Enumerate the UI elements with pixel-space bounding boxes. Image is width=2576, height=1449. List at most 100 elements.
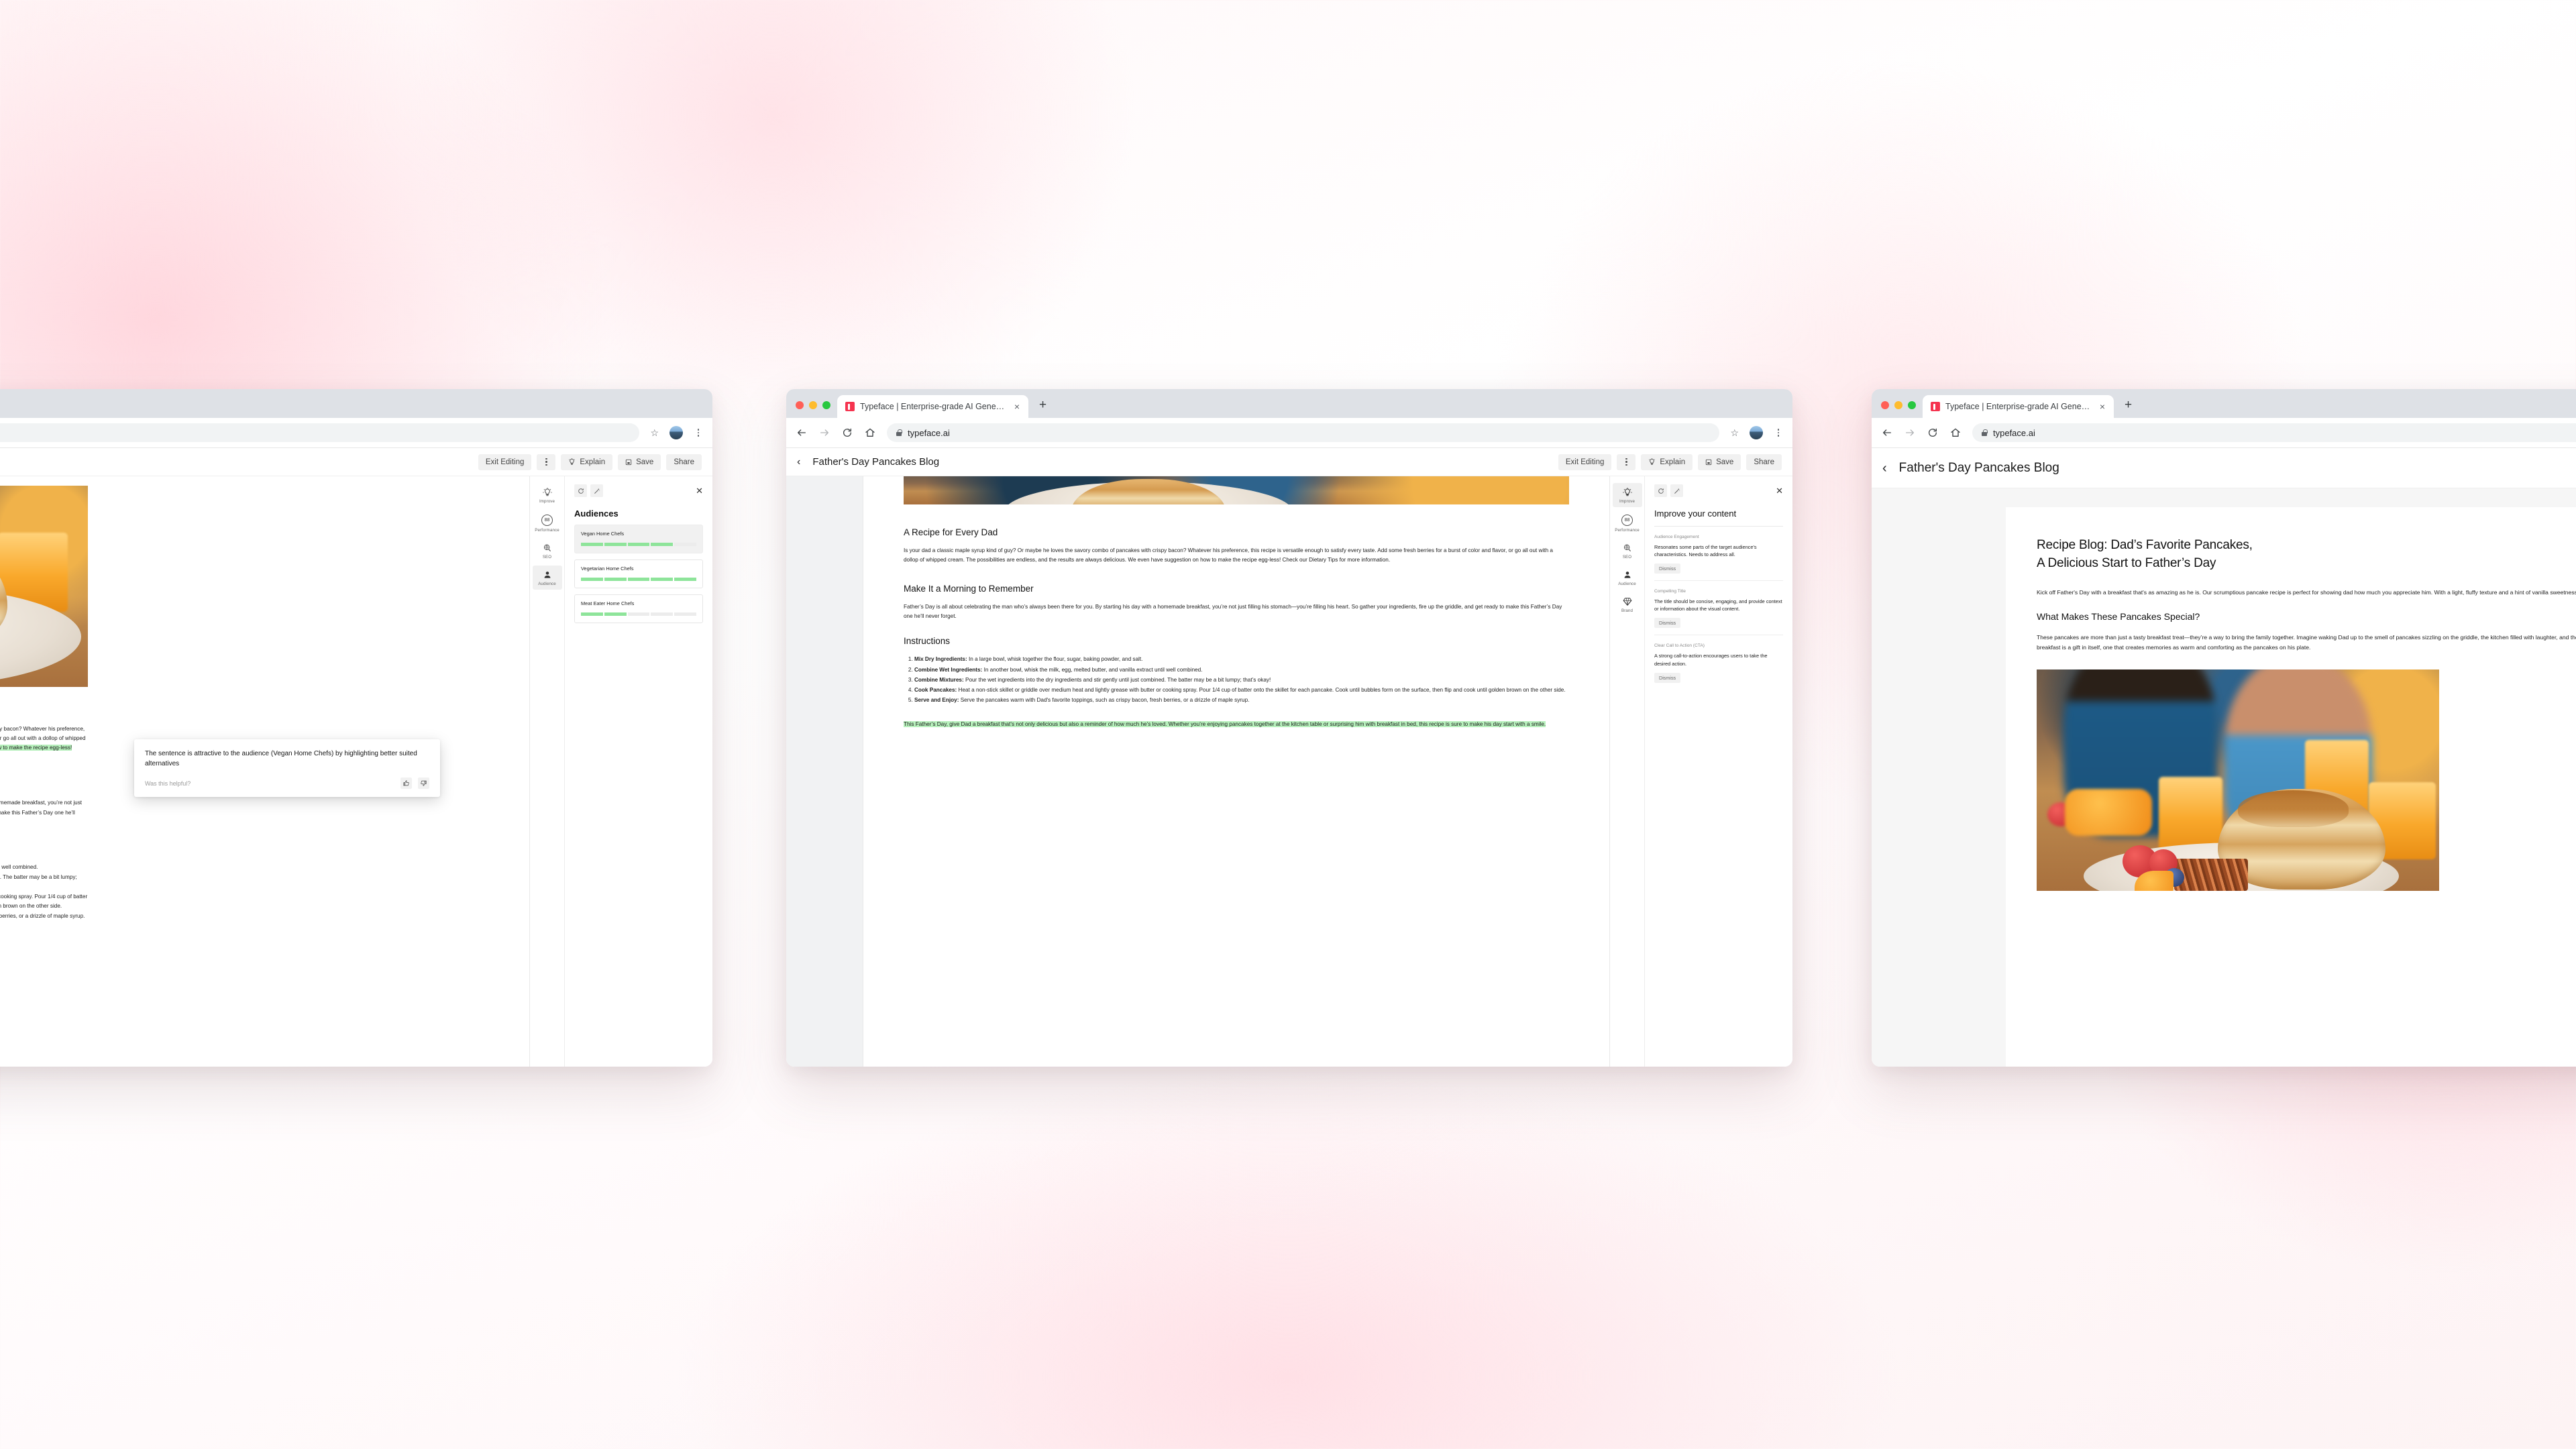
reload-button[interactable] — [1927, 427, 1939, 439]
close-tab-button[interactable]: × — [2098, 400, 2107, 413]
sidebar-item-seo[interactable]: SEO — [533, 539, 562, 563]
hero-image-middle — [904, 476, 1569, 504]
sidebar-item-improve[interactable]: Improve — [533, 483, 562, 507]
save-disk-icon — [625, 459, 632, 465]
browser-menu-icon[interactable] — [694, 429, 703, 437]
improve-panel: ✕ Improve your content Audience Engageme… — [1645, 476, 1792, 1067]
blog-document-left: A Recipe for Every Dad Is your dad a cla… — [0, 486, 529, 922]
blog-document-right: Recipe Blog: Dad’s Favorite Pancakes, A … — [2006, 507, 2576, 892]
audience-score-meter — [581, 578, 696, 581]
sidebar-item-improve[interactable]: Improve — [1612, 483, 1642, 507]
insight-description: The title should be concise, engaging, a… — [1654, 598, 1782, 612]
exit-editing-button[interactable]: Exit Editing — [478, 453, 532, 470]
more-options-button[interactable] — [1617, 453, 1636, 470]
audience-card[interactable]: Meat Eater Home Chefs — [574, 594, 703, 623]
special-paragraph: These pancakes are more than just a tast… — [2037, 633, 2576, 651]
browser-window-middle[interactable]: Typeface | Enterprise-grade AI Generator… — [786, 389, 1792, 1067]
back-chevron-icon[interactable]: ‹ — [797, 456, 800, 468]
list-item: Combine Wet Ingredients: In another bowl… — [914, 665, 1569, 675]
sidebar-item-label: Audience — [1618, 582, 1636, 586]
sidebar-item-performance[interactable]: 88 Performance — [533, 510, 562, 536]
dismiss-button[interactable]: Dismiss — [1654, 618, 1681, 629]
share-button[interactable]: Share — [1746, 453, 1782, 470]
explain-button[interactable]: Explain — [1641, 453, 1693, 470]
share-button[interactable]: Share — [666, 453, 702, 470]
minimize-window-dot[interactable] — [809, 401, 817, 409]
home-button[interactable] — [864, 427, 876, 439]
address-bar-left[interactable]: typeface.ai — [0, 423, 640, 442]
browser-tab-right[interactable]: Typeface | Enterprise-grade AI Generator… — [1923, 395, 2114, 418]
bookmark-star-icon[interactable]: ☆ — [1730, 427, 1739, 439]
new-tab-button[interactable]: + — [2114, 398, 2132, 418]
sidebar-item-audience[interactable]: Audience — [532, 566, 562, 590]
lock-icon — [896, 429, 902, 436]
close-panel-button[interactable]: ✕ — [696, 486, 703, 495]
list-item: Mix Dry Ingredients: In a large bowl, wh… — [914, 655, 1569, 664]
close-panel-button[interactable]: ✕ — [1776, 486, 1783, 495]
dismiss-button[interactable]: Dismiss — [1654, 672, 1681, 683]
close-tab-button[interactable]: × — [1012, 400, 1022, 413]
sidebar-item-label: Performance — [535, 528, 559, 533]
close-window-dot[interactable] — [796, 401, 804, 409]
traffic-lights-right — [1872, 401, 1923, 418]
zoom-window-dot[interactable] — [1908, 401, 1916, 409]
editor-canvas-right: Recipe Blog: Dad’s Favorite Pancakes, A … — [1872, 488, 2576, 1067]
browser-window-left[interactable]: Typeface | Enterprise-grade AI Generator… — [0, 389, 712, 1067]
lightbulb-icon — [1649, 458, 1656, 465]
sidebar-item-performance[interactable]: 88 Performance — [1613, 510, 1642, 536]
magic-wand-button[interactable] — [1670, 484, 1683, 497]
close-window-dot[interactable] — [1881, 401, 1889, 409]
profile-avatar[interactable] — [1750, 426, 1763, 439]
forward-button[interactable] — [1904, 427, 1916, 439]
recipe-paragraph-middle: Is your dad a classic maple syrup kind o… — [904, 546, 1569, 565]
refresh-button[interactable] — [574, 484, 587, 497]
magic-wand-icon — [1674, 488, 1680, 494]
url-text: typeface.ai — [1993, 427, 2035, 438]
dismiss-button[interactable]: Dismiss — [1654, 564, 1681, 574]
thumbs-up-icon[interactable] — [400, 777, 412, 790]
sidebar-item-seo[interactable]: SEO — [1613, 539, 1642, 563]
sidebar-item-brand[interactable]: Brand — [1613, 592, 1642, 616]
save-button[interactable]: Save — [618, 453, 661, 470]
audiences-panel: ✕ Audiences Vegan Home Chefs Vegetarian … — [565, 476, 712, 1067]
instructions-list-middle: Mix Dry Ingredients: In a large bowl, wh… — [904, 655, 1569, 705]
refresh-button[interactable] — [1654, 484, 1667, 497]
explain-button[interactable]: Explain — [561, 453, 613, 470]
omnibox-bar-middle: typeface.ai ☆ — [786, 418, 1792, 448]
refresh-icon — [578, 488, 584, 494]
hero-image-left — [0, 486, 88, 687]
address-bar-middle[interactable]: typeface.ai — [887, 423, 1720, 442]
profile-avatar[interactable] — [669, 426, 683, 439]
reload-button[interactable] — [841, 427, 853, 439]
browser-tab-middle[interactable]: Typeface | Enterprise-grade AI Generator… — [837, 395, 1028, 418]
editor-canvas-middle: A Recipe for Every Dad Is your dad a cla… — [786, 476, 1792, 1067]
sidebar-item-audience[interactable]: Audience — [1613, 566, 1642, 590]
panel-toolbar-middle: ✕ — [1654, 484, 1783, 497]
sidebar-item-label: Audience — [538, 582, 556, 586]
zoom-window-dot[interactable] — [822, 401, 830, 409]
audience-card[interactable]: Vegan Home Chefs — [574, 525, 703, 553]
save-disk-icon — [1705, 459, 1712, 465]
browser-menu-icon[interactable] — [1774, 429, 1783, 437]
more-options-button[interactable] — [537, 453, 556, 470]
audience-card[interactable]: Vegetarian Home Chefs — [574, 559, 703, 588]
new-tab-button[interactable]: + — [1028, 398, 1046, 418]
forward-button[interactable] — [818, 427, 830, 439]
save-button[interactable]: Save — [1698, 453, 1741, 470]
app-header-middle: ‹ Father's Day Pancakes Blog Exit Editin… — [786, 448, 1792, 476]
magic-wand-button[interactable] — [590, 484, 603, 497]
bookmark-star-icon[interactable]: ☆ — [650, 427, 659, 439]
insight-sidebar-middle: Improve 88 Performance SEO Audience Bran… — [1609, 476, 1792, 1067]
back-chevron-icon[interactable]: ‹ — [1882, 462, 1887, 475]
exit-editing-button[interactable]: Exit Editing — [1558, 453, 1612, 470]
back-button[interactable] — [1881, 427, 1893, 439]
home-button[interactable] — [1949, 427, 1962, 439]
recipe-paragraph-highlight: We even have suggestion on how to make t… — [0, 745, 72, 761]
minimize-window-dot[interactable] — [1894, 401, 1902, 409]
browser-window-right[interactable]: Typeface | Enterprise-grade AI Generator… — [1872, 389, 2576, 1067]
thumbs-down-icon[interactable] — [418, 777, 429, 790]
performance-score-badge: 88 — [1621, 515, 1633, 526]
tab-title: Typeface | Enterprise-grade AI Generator — [1945, 402, 2092, 411]
address-bar-right[interactable]: typeface.ai — [1972, 423, 2576, 442]
back-button[interactable] — [796, 427, 808, 439]
